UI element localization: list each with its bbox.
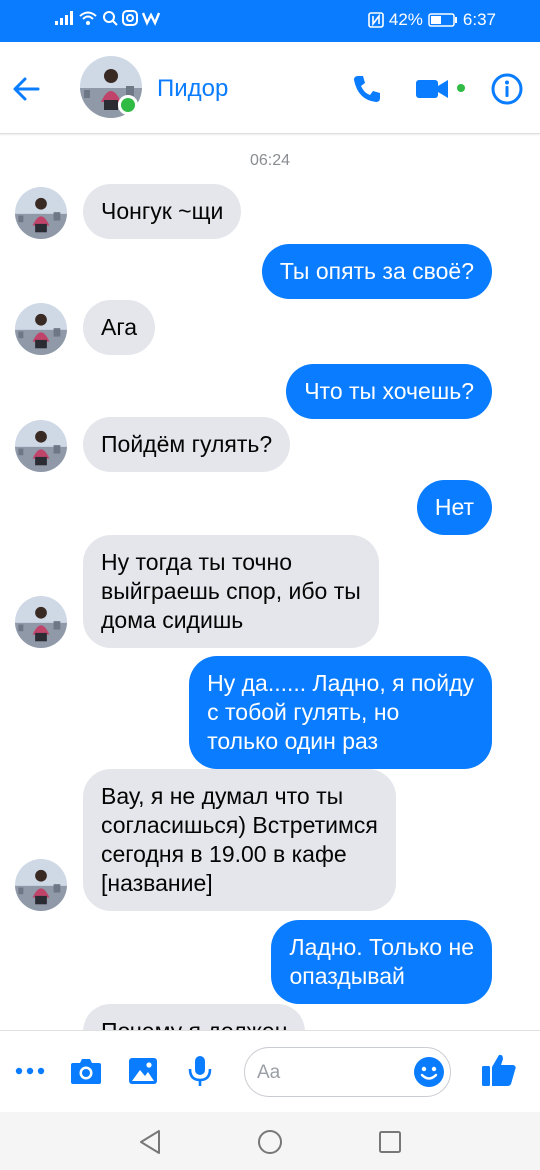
outgoing-message[interactable]: Ладно. Только не опаздывай [271, 920, 492, 1004]
sender-avatar[interactable] [15, 303, 67, 355]
info-icon[interactable] [490, 72, 524, 106]
message-line: Ага [101, 314, 138, 340]
message-line: Что ты хочешь? [304, 378, 474, 404]
avatar-photo [15, 187, 67, 239]
messenger-screen: 42% 6:37 Пидор 06:24 Чонгук ~щи Ты опять… [0, 0, 540, 1170]
outgoing-message[interactable]: Что ты хочешь? [286, 364, 492, 419]
camera-icon[interactable] [68, 1053, 104, 1089]
sender-avatar[interactable] [15, 187, 67, 239]
message-input-box[interactable] [244, 1047, 451, 1097]
gallery-icon[interactable] [125, 1053, 161, 1089]
video-online-dot [457, 84, 465, 92]
message-line: с тобой гулять, но [207, 699, 400, 725]
avatar-photo [15, 859, 67, 911]
message-line: Пойдём гулять? [101, 431, 273, 457]
status-left-icons [54, 10, 160, 26]
back-triangle-icon[interactable] [136, 1128, 164, 1156]
home-circle-icon[interactable] [256, 1128, 284, 1156]
microphone-icon[interactable] [182, 1053, 218, 1089]
avatar-photo [15, 303, 67, 355]
avatar-photo [15, 420, 67, 472]
message-line: опаздывай [289, 963, 405, 989]
message-line: Ну да...... Ладно, я пойду [207, 670, 474, 696]
incoming-message[interactable]: Ага [83, 300, 156, 355]
message-line: Ну тогда ты точно [101, 549, 293, 575]
message-line: дома сидишь [101, 607, 244, 633]
message-input[interactable] [257, 1059, 407, 1087]
message-timestamp: 06:24 [249, 152, 291, 169]
message-line: Нет [434, 494, 474, 520]
search-icon [103, 11, 118, 26]
avatar-photo [15, 596, 67, 648]
message-line: Ладно. Только не [289, 934, 474, 960]
composer-bar [0, 1030, 540, 1112]
system-nav-bar [0, 1112, 540, 1170]
chat-header: Пидор [0, 42, 540, 134]
sender-avatar[interactable] [15, 596, 67, 648]
message-line: Чонгук ~щи [101, 198, 224, 224]
signal-icon [55, 11, 73, 25]
message-line: Вау, я не думал что ты [101, 783, 344, 809]
battery-percent: 42% [388, 10, 423, 29]
sender-avatar[interactable] [15, 859, 67, 911]
more-icon[interactable] [12, 1053, 48, 1089]
status-bar: 42% 6:37 [0, 0, 540, 42]
incoming-message[interactable]: Почему я должен [83, 1004, 306, 1030]
incoming-message[interactable]: Чонгук ~щи [83, 184, 242, 239]
sender-avatar[interactable] [15, 420, 67, 472]
outgoing-message[interactable]: Ну да...... Ладно, я пойду с тобой гулять… [189, 656, 492, 769]
video-camera-icon[interactable] [415, 75, 449, 103]
recents-square-icon[interactable] [376, 1128, 404, 1156]
message-line: Почему я должен [101, 1017, 287, 1030]
outgoing-message[interactable]: Нет [416, 480, 492, 535]
incoming-message[interactable]: Пойдём гулять? [83, 417, 291, 472]
message-line: выйграешь спор, ибо ты [101, 578, 361, 604]
incoming-message[interactable]: Вау, я не думал что ты согласишься) Встре… [83, 769, 396, 911]
message-line: согласишься) Встретимся [101, 812, 378, 838]
phone-icon[interactable] [350, 72, 384, 106]
w-app-icon [142, 12, 160, 26]
message-list[interactable]: 06:24 Чонгук ~щи Ты опять за своё? Ага Что … [0, 134, 540, 1030]
thumbs-up-icon[interactable] [480, 1051, 518, 1089]
outgoing-message[interactable]: Ты опять за своё? [261, 244, 492, 299]
instagram-icon [122, 10, 138, 26]
message-line: сегодня в 19.00 в кафе [101, 841, 347, 867]
wifi-icon [79, 11, 97, 25]
status-right: 42% 6:37 [368, 10, 496, 30]
message-line: Ты опять за своё? [279, 258, 474, 284]
incoming-message[interactable]: Ну тогда ты точно выйграешь спор, ибо ты д… [83, 535, 379, 648]
message-line: [название] [101, 870, 213, 896]
contact-name[interactable]: Пидор [157, 75, 228, 103]
nfc-icon [368, 12, 384, 28]
online-indicator [118, 95, 138, 115]
emoji-icon[interactable] [413, 1056, 445, 1088]
status-time: 6:37 [462, 10, 496, 29]
battery-icon [428, 13, 457, 27]
back-arrow-icon[interactable] [10, 72, 44, 106]
message-line: только один раз [207, 728, 379, 754]
